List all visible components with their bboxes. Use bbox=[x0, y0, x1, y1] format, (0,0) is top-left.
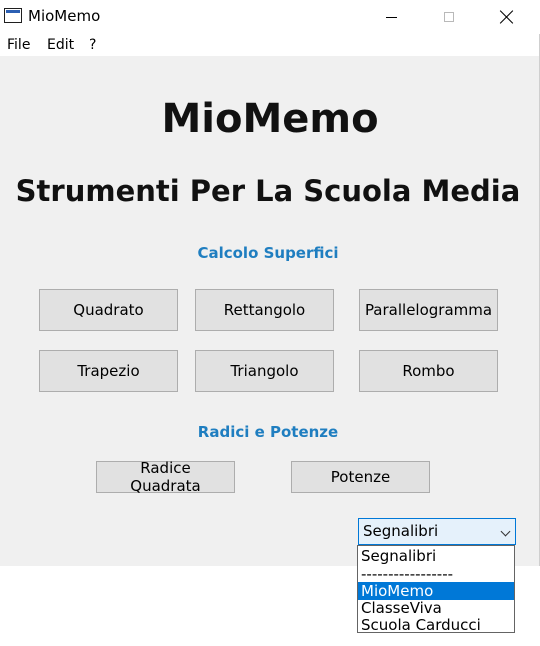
bookmark-option-classeviva[interactable]: ClasseViva bbox=[358, 599, 514, 617]
triangolo-button[interactable]: Triangolo bbox=[195, 350, 334, 392]
app-window: MioMemo File Edit ? MioMemo Strumenti Pe… bbox=[0, 0, 540, 566]
section-radici-potenze: Radici e Potenze bbox=[197, 423, 339, 441]
window-icon bbox=[4, 8, 22, 23]
rombo-button[interactable]: Rombo bbox=[359, 350, 498, 392]
bookmark-option-scuola-carducci[interactable]: Scuola Carducci bbox=[358, 616, 514, 634]
bookmarks-dropdown-list[interactable]: Segnalibri ----------------- MioMemo Cla… bbox=[357, 545, 515, 634]
parallelogramma-button[interactable]: Parallelogramma bbox=[359, 289, 498, 331]
chevron-down-icon[interactable] bbox=[500, 526, 511, 537]
title-bar[interactable]: MioMemo bbox=[0, 0, 540, 34]
quadrato-button[interactable]: Quadrato bbox=[39, 289, 178, 331]
radice-quadrata-button[interactable]: Radice Quadrata bbox=[96, 459, 235, 495]
close-button[interactable] bbox=[478, 0, 536, 34]
menu-edit[interactable]: Edit bbox=[47, 37, 74, 53]
maximize-button[interactable] bbox=[420, 0, 478, 34]
maximize-icon bbox=[444, 12, 454, 22]
window-title: MioMemo bbox=[28, 7, 101, 25]
rettangolo-button[interactable]: Rettangolo bbox=[195, 289, 334, 331]
app-heading: MioMemo bbox=[161, 96, 379, 142]
menu-help[interactable]: ? bbox=[89, 37, 96, 53]
bookmarks-select[interactable]: Segnalibri bbox=[358, 518, 516, 545]
trapezio-button[interactable]: Trapezio bbox=[39, 350, 178, 392]
menu-file[interactable]: File bbox=[7, 37, 30, 53]
bookmark-option-miomemo[interactable]: MioMemo bbox=[358, 582, 514, 600]
minimize-icon bbox=[385, 16, 397, 18]
bookmark-option-separator: ----------------- bbox=[361, 565, 454, 583]
section-calcolo-superfici: Calcolo Superfici bbox=[197, 244, 339, 262]
bookmark-option-segnalibri[interactable]: Segnalibri bbox=[358, 547, 514, 565]
close-icon bbox=[500, 10, 514, 24]
menu-bar: File Edit ? bbox=[0, 34, 540, 56]
app-subtitle: Strumenti Per La Scuola Media bbox=[15, 174, 521, 208]
bookmarks-select-value: Segnalibri bbox=[363, 522, 439, 540]
potenze-button[interactable]: Potenze bbox=[291, 461, 430, 493]
minimize-button[interactable] bbox=[362, 0, 420, 34]
